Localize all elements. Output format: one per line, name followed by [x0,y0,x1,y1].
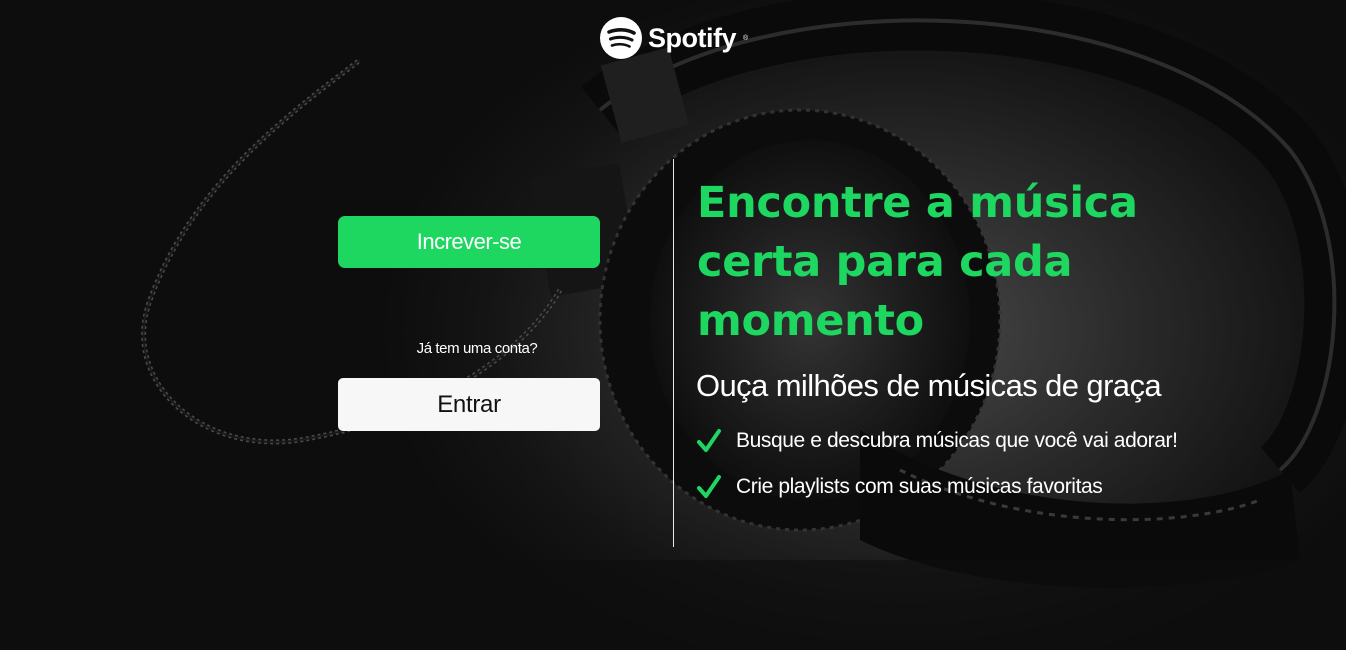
feature-text: Crie playlists com suas músicas favorita… [736,475,1103,498]
hero-headline: Encontre a música certa para cada moment… [697,178,1138,346]
check-icon [697,475,721,498]
login-button[interactable]: Entrar [338,378,600,431]
landing-page: Spotify ® Increver-se Já tem uma conta? E… [0,0,1346,650]
signup-button[interactable]: Increver-se [338,216,600,268]
brand-name: Spotify [648,22,737,53]
hero-subheadline: Ouça milhões de músicas de graça [696,368,1162,403]
have-account-label: Já tem uma conta? [416,340,538,357]
spotify-logo[interactable]: Spotify ® [600,17,748,59]
vertical-divider [673,159,674,547]
check-icon [697,429,721,452]
feature-item: Crie playlists com suas músicas favorita… [696,474,1103,500]
spotify-logo-icon [600,17,642,59]
feature-item: Busque e descubra músicas que você vai a… [696,428,1178,454]
feature-text: Busque e descubra músicas que você vai a… [736,429,1178,452]
trademark-symbol: ® [743,34,749,42]
